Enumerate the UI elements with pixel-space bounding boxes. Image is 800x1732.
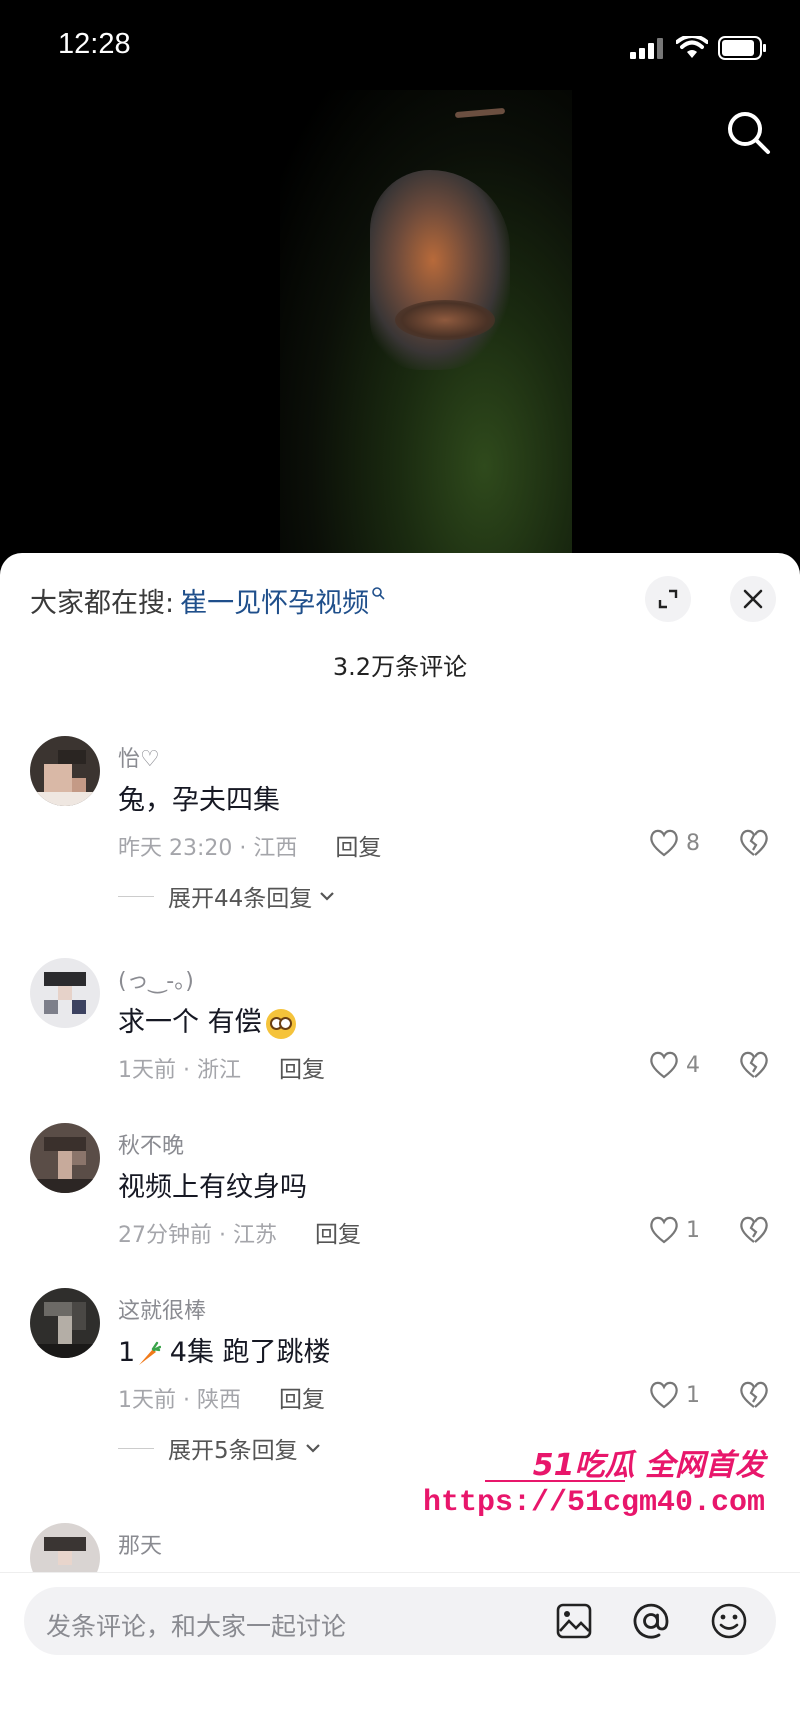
battery-icon bbox=[718, 36, 766, 60]
comment-count: 3.2万条评论 bbox=[332, 653, 468, 681]
comment-text: 兔，孕夫四集 bbox=[118, 785, 280, 816]
status-icons bbox=[630, 36, 768, 60]
chevron-down-icon bbox=[305, 1444, 320, 1453]
like-button[interactable]: 1 bbox=[648, 1215, 700, 1245]
avatar-image bbox=[30, 1288, 100, 1358]
heart-icon bbox=[650, 1216, 678, 1244]
heart-icon bbox=[650, 1051, 678, 1079]
mention-button[interactable] bbox=[631, 1601, 671, 1641]
comment-author[interactable]: 这就很棒 bbox=[118, 1293, 206, 1325]
comment-text: 1 4集 跑了跳楼 bbox=[118, 1330, 331, 1369]
status-time: 12:28 bbox=[58, 28, 131, 60]
expand-replies[interactable]: 展开5条回复 bbox=[118, 1431, 322, 1465]
comment-text: 视频上有纹身吗 bbox=[118, 1172, 307, 1203]
comment-author[interactable]: 那天 bbox=[118, 1528, 162, 1560]
like-button[interactable]: 1 bbox=[648, 1380, 700, 1410]
expand-replies[interactable]: 展开44条回复 bbox=[118, 879, 336, 913]
watermark-url: https://51cgm40.com bbox=[422, 1486, 765, 1520]
chevron-down-icon bbox=[320, 892, 335, 901]
expand-line bbox=[118, 1447, 154, 1449]
like-count: 1 bbox=[686, 1382, 700, 1408]
comment-text: 求一个 有偿 bbox=[118, 1000, 296, 1039]
avatar[interactable] bbox=[30, 1288, 100, 1358]
avatar-image bbox=[30, 736, 100, 806]
dislike-button[interactable] bbox=[738, 1380, 770, 1414]
search-suggestion[interactable]: 大家都在搜: 崔一见怀孕视频 bbox=[30, 581, 385, 620]
emoji-button[interactable] bbox=[709, 1601, 749, 1641]
like-button[interactable]: 4 bbox=[648, 1050, 700, 1080]
reply-button[interactable]: 回复 bbox=[279, 1057, 325, 1083]
avatar[interactable] bbox=[30, 736, 100, 806]
comment-input[interactable]: 发条评论，和大家一起讨论 bbox=[24, 1587, 776, 1655]
like-count: 4 bbox=[686, 1052, 700, 1078]
search-icon bbox=[728, 112, 770, 154]
expand-button[interactable] bbox=[645, 576, 691, 622]
comment-author[interactable]: 秋不晚 bbox=[118, 1128, 184, 1160]
comment-meta: 27分钟前 · 江苏 回复 bbox=[118, 1215, 361, 1249]
reply-button[interactable]: 回复 bbox=[315, 1222, 361, 1248]
comment-text-content: 求一个 有偿 bbox=[118, 1007, 262, 1038]
heart-icon bbox=[650, 1381, 678, 1409]
comment-time-location: 27分钟前 · 江苏 bbox=[118, 1223, 277, 1248]
image-button[interactable] bbox=[554, 1601, 594, 1641]
expand-line bbox=[118, 895, 154, 897]
avatar[interactable] bbox=[30, 958, 100, 1028]
avatar[interactable] bbox=[30, 1123, 100, 1193]
comment-time-location: 1天前 · 浙江 bbox=[118, 1058, 241, 1083]
video-subject bbox=[370, 170, 510, 370]
comment-author[interactable]: (っ‿-。) bbox=[118, 963, 194, 995]
comment-text-prefix: 1 bbox=[118, 1337, 136, 1368]
dislike-icon bbox=[740, 1216, 768, 1243]
dizzy-face-emoji bbox=[265, 1008, 296, 1039]
reply-button[interactable]: 回复 bbox=[335, 835, 381, 861]
dislike-button[interactable] bbox=[738, 1215, 770, 1249]
signal-icon bbox=[630, 38, 663, 59]
expand-label: 展开5条回复 bbox=[168, 1438, 298, 1464]
suggestion-label: 大家都在搜: bbox=[30, 588, 175, 619]
comment-text-suffix: 4集 跑了跳楼 bbox=[161, 1337, 331, 1368]
dislike-button[interactable] bbox=[738, 1050, 770, 1084]
avatar-image bbox=[30, 1123, 100, 1193]
suggestion-link[interactable]: 崔一见怀孕视频 bbox=[180, 581, 369, 620]
comment-meta: 昨天 23:20 · 江西 回复 bbox=[118, 828, 381, 862]
close-button[interactable] bbox=[730, 576, 776, 622]
small-search-icon bbox=[372, 586, 385, 600]
comment-time-location: 1天前 · 陕西 bbox=[118, 1388, 241, 1413]
close-icon bbox=[743, 589, 763, 609]
like-button[interactable]: 8 bbox=[648, 828, 700, 858]
heart-icon bbox=[650, 829, 678, 857]
expand-label: 展开44条回复 bbox=[168, 886, 313, 912]
comment-meta: 1天前 · 陕西 回复 bbox=[118, 1380, 325, 1414]
comment-input-bar: 发条评论，和大家一起讨论 bbox=[0, 1572, 800, 1732]
watermark: 51吃瓜 全网首发 https://51cgm40.com bbox=[423, 1440, 785, 1540]
comment-meta: 1天前 · 浙江 回复 bbox=[118, 1050, 325, 1084]
emoji-icon bbox=[711, 1603, 747, 1639]
comment-time-location: 昨天 23:20 · 江西 bbox=[118, 836, 298, 861]
like-count: 8 bbox=[686, 830, 700, 856]
expand-icon bbox=[658, 589, 678, 609]
dislike-icon bbox=[740, 829, 768, 856]
comment-author[interactable]: 怡♡ bbox=[118, 741, 160, 773]
dislike-button[interactable] bbox=[738, 828, 770, 862]
carrot-emoji bbox=[139, 1341, 162, 1365]
image-icon bbox=[556, 1603, 592, 1639]
video-subject-detail bbox=[395, 300, 495, 340]
at-icon bbox=[633, 1603, 669, 1639]
reply-button[interactable]: 回复 bbox=[279, 1387, 325, 1413]
status-bar: 12:28 bbox=[0, 0, 800, 90]
comments-sheet: 大家都在搜: 崔一见怀孕视频 3.2万条评论 怡♡ 兔，孕夫四集 昨天 23:2… bbox=[0, 553, 800, 1731]
dislike-icon bbox=[740, 1051, 768, 1078]
like-count: 1 bbox=[686, 1217, 700, 1243]
comment-input-placeholder: 发条评论，和大家一起讨论 bbox=[46, 1612, 347, 1641]
dislike-icon bbox=[740, 1381, 768, 1408]
search-button[interactable] bbox=[724, 108, 774, 158]
wifi-icon bbox=[676, 36, 708, 58]
watermark-title: 51吃瓜 全网首发 bbox=[532, 1448, 765, 1483]
avatar-image bbox=[30, 958, 100, 1028]
